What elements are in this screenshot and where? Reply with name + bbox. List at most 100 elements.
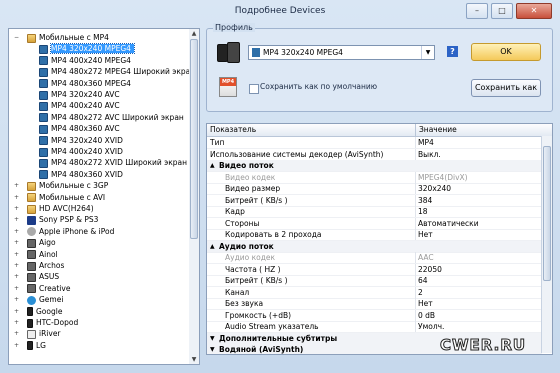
property-value[interactable]: 384 [418, 195, 432, 206]
close-button[interactable]: ✕ [516, 3, 552, 19]
grid-scrollbar[interactable] [541, 136, 552, 353]
expand-toggle-icon[interactable]: + [13, 216, 20, 223]
property-value[interactable]: 22050 [418, 264, 442, 275]
property-value[interactable]: AAC [418, 252, 434, 263]
grid-property-row[interactable]: Громкость (+dB) 0 dB [207, 309, 542, 322]
help-icon[interactable]: ? [447, 46, 458, 57]
expand-toggle-icon[interactable]: + [13, 296, 20, 303]
tree-category[interactable]: ASUS [27, 271, 59, 282]
grid-property-row[interactable]: Кодировать в 2 прохода Нет [207, 229, 542, 241]
tree-category[interactable]: Creative [27, 283, 70, 294]
scroll-down-icon[interactable]: ▼ [189, 355, 199, 364]
device-tree[interactable]: − Мобильные с MP4 MP4 320x240 MPEG4 MP4 400… [8, 28, 197, 365]
tree-profile-item[interactable]: MP4 400x240 MPEG4 [39, 55, 131, 66]
expand-toggle-icon[interactable]: + [13, 319, 20, 326]
default-checkbox[interactable] [249, 84, 259, 94]
mp4-icon [39, 79, 48, 89]
expand-toggle-icon[interactable]: + [13, 342, 20, 349]
grid-property-row[interactable]: Видео кодек MPEG4(DivX) [207, 171, 542, 184]
tree-category[interactable]: Мобильные с MP4 [27, 32, 109, 43]
tree-profile-item[interactable]: MP4 320x240 MPEG4 [39, 43, 135, 55]
property-value[interactable]: Нет [418, 298, 433, 309]
grid-property-row[interactable]: Кадр 18 [207, 206, 542, 218]
scroll-up-icon[interactable]: ▲ [189, 29, 199, 38]
property-value[interactable]: 18 [418, 206, 428, 217]
minimize-button[interactable]: – [466, 3, 488, 19]
tree-category[interactable]: Archos [27, 260, 64, 271]
property-value[interactable]: Автоматически [418, 218, 479, 229]
property-value[interactable]: Нет [418, 229, 433, 240]
tree-profile-item[interactable]: MP4 480x272 AVC Широкий экран [39, 112, 184, 123]
expand-toggle-icon[interactable]: + [13, 239, 20, 246]
tree-category[interactable]: Gemei [27, 294, 63, 305]
tree-category[interactable]: Мобильные с 3GP [27, 180, 108, 191]
expand-toggle-icon[interactable]: + [13, 251, 20, 258]
property-value[interactable]: 64 [418, 275, 428, 286]
expand-toggle-icon[interactable]: + [13, 194, 20, 201]
tree-profile-item[interactable]: MP4 480x360 XVID [39, 169, 123, 180]
tree-profile-item[interactable]: MP4 320x240 AVC [39, 89, 120, 100]
property-value[interactable]: 320x240 [418, 183, 451, 194]
expand-toggle-icon[interactable]: + [13, 228, 20, 235]
grid-property-row[interactable]: Видео размер 320x240 [207, 183, 542, 195]
expand-toggle-icon[interactable]: + [13, 308, 20, 315]
collapse-icon[interactable]: ▲ [210, 241, 215, 252]
expand-toggle-icon[interactable]: + [13, 205, 20, 212]
tree-category[interactable]: iRiver [27, 328, 61, 339]
column-header-value[interactable]: Значение [416, 124, 457, 136]
grid-property-row[interactable]: Тип MP4 [207, 137, 542, 149]
tree-category[interactable]: HD AVC(H264) [27, 203, 94, 214]
tree-profile-item[interactable]: MP4 480x272 MPEG4 Широкий экран [39, 66, 195, 77]
tree-profile-item[interactable]: MP4 480x360 MPEG4 [39, 78, 131, 89]
property-value[interactable]: Выкл. [418, 149, 441, 160]
expand-toggle-icon[interactable]: + [13, 285, 20, 292]
grid-scroll-thumb[interactable] [543, 146, 551, 281]
column-header-name[interactable]: Показатель [207, 124, 416, 136]
tree-category[interactable]: Ainol [27, 249, 58, 260]
grid-property-row[interactable]: Использование системы декодер (AviSynth)… [207, 148, 542, 161]
chevron-down-icon[interactable]: ▼ [421, 46, 434, 59]
maximize-button[interactable]: □ [491, 3, 513, 19]
grid-property-row[interactable]: Audio Stream указатель Умолч. [207, 321, 542, 333]
expand-toggle-icon[interactable]: + [13, 262, 20, 269]
property-value[interactable]: 2 [418, 287, 423, 298]
property-value[interactable]: MP4 [418, 137, 434, 148]
property-value[interactable]: 0 dB [418, 310, 435, 321]
grid-property-row[interactable]: Аудио кодек AAC [207, 252, 542, 264]
grid-property-row[interactable]: Канал 2 [207, 286, 542, 299]
grid-property-row[interactable]: Частота ( HZ ) 22050 [207, 263, 542, 276]
tree-profile-item[interactable]: MP4 480x360 AVC [39, 123, 120, 134]
expand-toggle-icon[interactable]: + [13, 273, 20, 280]
collapse-icon[interactable]: ▲ [210, 160, 215, 171]
expand-icon[interactable]: ▼ [210, 344, 215, 354]
tree-scrollbar[interactable]: ▲ ▼ [189, 28, 200, 365]
property-grid[interactable]: Показатель Значение Тип MP4 Использование … [206, 123, 553, 355]
tree-profile-item[interactable]: MP4 480x272 XVID Широкий экран [39, 157, 187, 168]
expand-toggle-icon[interactable]: + [13, 182, 20, 189]
tree-category[interactable]: LG [27, 340, 46, 351]
grid-property-row[interactable]: Битрейт ( KB/s ) 384 [207, 194, 542, 207]
grid-category-row[interactable]: ▲ Видео поток [207, 160, 542, 172]
tree-category[interactable]: Google [27, 306, 62, 317]
expand-icon[interactable]: ▼ [210, 333, 215, 344]
expand-toggle-icon[interactable]: − [13, 34, 20, 41]
profile-select[interactable]: MP4 320x240 MPEG4 ▼ [248, 45, 435, 60]
expand-toggle-icon[interactable]: + [13, 330, 20, 337]
tree-profile-item[interactable]: MP4 400x240 AVC [39, 100, 120, 111]
tree-category[interactable]: HTC-Dopod [27, 317, 78, 328]
tree-scroll-thumb[interactable] [190, 39, 198, 239]
tree-category[interactable]: Aigo [27, 237, 56, 248]
tree-category[interactable]: Мобильные с AVI [27, 192, 105, 203]
grid-property-row[interactable]: Стороны Автоматически [207, 217, 542, 230]
save-as-button[interactable]: Сохранить как [471, 79, 541, 97]
tree-profile-item[interactable]: MP4 320x240 XVID [39, 135, 123, 146]
grid-property-row[interactable]: Битрейт ( KB/s ) 64 [207, 275, 542, 287]
grid-property-row[interactable]: Без звука Нет [207, 298, 542, 310]
property-value[interactable]: Умолч. [418, 321, 444, 332]
grid-category-row[interactable]: ▲ Аудио поток [207, 240, 542, 253]
tree-profile-item[interactable]: MP4 400x240 XVID [39, 146, 123, 157]
tree-category[interactable]: Apple iPhone & iPod [27, 226, 114, 237]
tree-category[interactable]: Sony PSP & PS3 [27, 214, 98, 225]
ok-button[interactable]: OK [471, 43, 541, 61]
property-value[interactable]: MPEG4(DivX) [418, 172, 468, 183]
